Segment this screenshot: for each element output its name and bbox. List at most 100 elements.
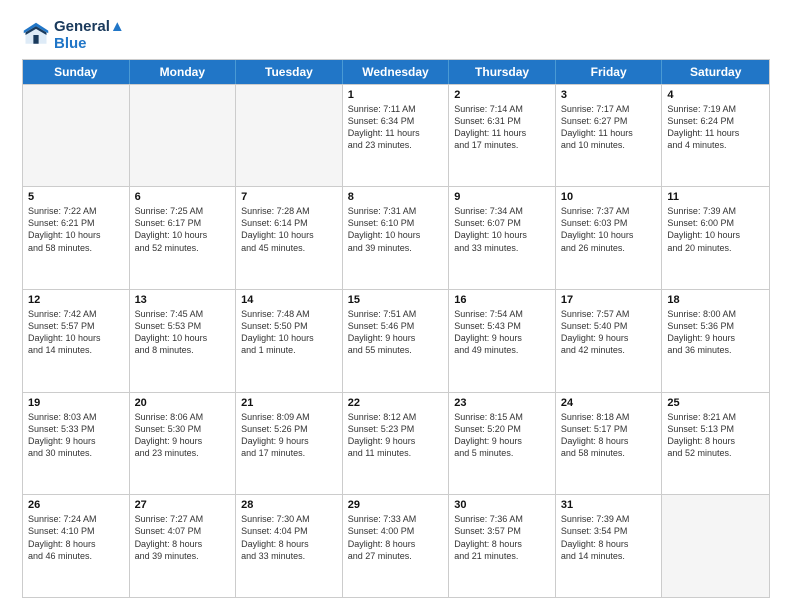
day-cell-12: 12 Sunrise: 7:42 AMSunset: 5:57 PMDayligh… [23, 290, 130, 392]
cell-info: Sunrise: 7:28 AMSunset: 6:14 PMDaylight:… [241, 205, 337, 254]
header-day-friday: Friday [556, 60, 663, 84]
day-cell-10: 10Sunrise: 7:37 AMSunset: 6:03 PMDayligh… [556, 187, 663, 289]
cell-info: Sunrise: 8:00 AMSunset: 5:36 PMDaylight:… [667, 308, 764, 357]
cell-info: Sunrise: 7:54 AMSunset: 5:43 PMDaylight:… [454, 308, 550, 357]
day-cell-21: 21 Sunrise: 8:09 AMSunset: 5:26 PMDayligh… [236, 393, 343, 495]
cell-info: Sunrise: 7:34 AMSunset: 6:07 PMDaylight:… [454, 205, 550, 254]
day-number: 21 [241, 397, 337, 409]
day-cell-6: 6 Sunrise: 7:25 AMSunset: 6:17 PMDaylight… [130, 187, 237, 289]
day-cell-27: 27Sunrise: 7:27 AMSunset: 4:07 PMDayligh… [130, 495, 237, 597]
day-number: 2 [454, 89, 550, 101]
cell-info: Sunrise: 7:24 AMSunset: 4:10 PMDaylight:… [28, 513, 124, 562]
week-4: 19 Sunrise: 8:03 AMSunset: 5:33 PMDayligh… [23, 392, 769, 495]
day-cell-16: 16 Sunrise: 7:54 AMSunset: 5:43 PMDayligh… [449, 290, 556, 392]
header-day-saturday: Saturday [662, 60, 769, 84]
day-number: 4 [667, 89, 764, 101]
day-cell-30: 30 Sunrise: 7:36 AMSunset: 3:57 PMDayligh… [449, 495, 556, 597]
cell-info: Sunrise: 8:15 AMSunset: 5:20 PMDaylight:… [454, 411, 550, 460]
day-cell-22: 22 Sunrise: 8:12 AMSunset: 5:23 PMDayligh… [343, 393, 450, 495]
day-number: 22 [348, 397, 444, 409]
day-number: 6 [135, 191, 231, 203]
day-number: 23 [454, 397, 550, 409]
day-cell-5: 5Sunrise: 7:22 AMSunset: 6:21 PMDaylight… [23, 187, 130, 289]
day-number: 25 [667, 397, 764, 409]
header-day-sunday: Sunday [23, 60, 130, 84]
day-cell-15: 15Sunrise: 7:51 AMSunset: 5:46 PMDayligh… [343, 290, 450, 392]
cell-info: Sunrise: 7:22 AMSunset: 6:21 PMDaylight:… [28, 205, 124, 254]
cell-info: Sunrise: 7:39 AMSunset: 3:54 PMDaylight:… [561, 513, 657, 562]
cell-info: Sunrise: 7:11 AMSunset: 6:34 PMDaylight:… [348, 103, 444, 152]
day-cell-9: 9 Sunrise: 7:34 AMSunset: 6:07 PMDaylight… [449, 187, 556, 289]
cell-info: Sunrise: 7:48 AMSunset: 5:50 PMDaylight:… [241, 308, 337, 357]
day-cell-8: 8Sunrise: 7:31 AMSunset: 6:10 PMDaylight… [343, 187, 450, 289]
cell-info: Sunrise: 7:39 AMSunset: 6:00 PMDaylight:… [667, 205, 764, 254]
day-cell-11: 11 Sunrise: 7:39 AMSunset: 6:00 PMDayligh… [662, 187, 769, 289]
cell-info: Sunrise: 7:14 AMSunset: 6:31 PMDaylight:… [454, 103, 550, 152]
day-cell-19: 19 Sunrise: 8:03 AMSunset: 5:33 PMDayligh… [23, 393, 130, 495]
header-day-wednesday: Wednesday [343, 60, 450, 84]
logo: General▲Blue [22, 18, 125, 53]
cell-info: Sunrise: 8:03 AMSunset: 5:33 PMDaylight:… [28, 411, 124, 460]
day-cell-20: 20Sunrise: 8:06 AMSunset: 5:30 PMDayligh… [130, 393, 237, 495]
calendar-header: SundayMondayTuesdayWednesdayThursdayFrid… [23, 60, 769, 84]
header-day-monday: Monday [130, 60, 237, 84]
day-number: 20 [135, 397, 231, 409]
day-cell-26: 26Sunrise: 7:24 AMSunset: 4:10 PMDayligh… [23, 495, 130, 597]
day-cell-18: 18 Sunrise: 8:00 AMSunset: 5:36 PMDayligh… [662, 290, 769, 392]
day-cell-29: 29Sunrise: 7:33 AMSunset: 4:00 PMDayligh… [343, 495, 450, 597]
day-number: 30 [454, 499, 550, 511]
cell-info: Sunrise: 7:17 AMSunset: 6:27 PMDaylight:… [561, 103, 657, 152]
cell-info: Sunrise: 8:18 AMSunset: 5:17 PMDaylight:… [561, 411, 657, 460]
day-number: 7 [241, 191, 337, 203]
cell-info: Sunrise: 7:25 AMSunset: 6:17 PMDaylight:… [135, 205, 231, 254]
empty-cell-0-0 [23, 85, 130, 187]
week-5: 26Sunrise: 7:24 AMSunset: 4:10 PMDayligh… [23, 494, 769, 597]
day-number: 9 [454, 191, 550, 203]
header-day-thursday: Thursday [449, 60, 556, 84]
empty-cell-4-6 [662, 495, 769, 597]
cell-info: Sunrise: 7:37 AMSunset: 6:03 PMDaylight:… [561, 205, 657, 254]
day-number: 16 [454, 294, 550, 306]
cell-info: Sunrise: 7:51 AMSunset: 5:46 PMDaylight:… [348, 308, 444, 357]
page: General▲Blue SundayMondayTuesdayWednesda… [0, 0, 792, 612]
week-1: 1 Sunrise: 7:11 AMSunset: 6:34 PMDaylight… [23, 84, 769, 187]
empty-cell-0-2 [236, 85, 343, 187]
day-number: 12 [28, 294, 124, 306]
day-number: 29 [348, 499, 444, 511]
calendar: SundayMondayTuesdayWednesdayThursdayFrid… [22, 59, 770, 599]
cell-info: Sunrise: 8:12 AMSunset: 5:23 PMDaylight:… [348, 411, 444, 460]
day-number: 24 [561, 397, 657, 409]
logo-text: General▲Blue [54, 18, 125, 53]
day-cell-23: 23 Sunrise: 8:15 AMSunset: 5:20 PMDayligh… [449, 393, 556, 495]
day-cell-14: 14 Sunrise: 7:48 AMSunset: 5:50 PMDayligh… [236, 290, 343, 392]
day-number: 11 [667, 191, 764, 203]
cell-info: Sunrise: 7:42 AMSunset: 5:57 PMDaylight:… [28, 308, 124, 357]
day-number: 1 [348, 89, 444, 101]
day-cell-3: 3 Sunrise: 7:17 AMSunset: 6:27 PMDaylight… [556, 85, 663, 187]
day-cell-17: 17Sunrise: 7:57 AMSunset: 5:40 PMDayligh… [556, 290, 663, 392]
day-number: 17 [561, 294, 657, 306]
header: General▲Blue [22, 18, 770, 53]
day-cell-7: 7 Sunrise: 7:28 AMSunset: 6:14 PMDaylight… [236, 187, 343, 289]
day-number: 31 [561, 499, 657, 511]
cell-info: Sunrise: 7:31 AMSunset: 6:10 PMDaylight:… [348, 205, 444, 254]
calendar-body: 1 Sunrise: 7:11 AMSunset: 6:34 PMDaylight… [23, 84, 769, 598]
day-number: 14 [241, 294, 337, 306]
week-3: 12 Sunrise: 7:42 AMSunset: 5:57 PMDayligh… [23, 289, 769, 392]
logo-icon [22, 21, 50, 49]
day-cell-4: 4 Sunrise: 7:19 AMSunset: 6:24 PMDaylight… [662, 85, 769, 187]
day-number: 19 [28, 397, 124, 409]
day-cell-25: 25 Sunrise: 8:21 AMSunset: 5:13 PMDayligh… [662, 393, 769, 495]
day-cell-2: 2 Sunrise: 7:14 AMSunset: 6:31 PMDaylight… [449, 85, 556, 187]
cell-info: Sunrise: 7:19 AMSunset: 6:24 PMDaylight:… [667, 103, 764, 152]
header-day-tuesday: Tuesday [236, 60, 343, 84]
day-cell-28: 28Sunrise: 7:30 AMSunset: 4:04 PMDayligh… [236, 495, 343, 597]
day-cell-24: 24 Sunrise: 8:18 AMSunset: 5:17 PMDayligh… [556, 393, 663, 495]
cell-info: Sunrise: 7:45 AMSunset: 5:53 PMDaylight:… [135, 308, 231, 357]
day-number: 3 [561, 89, 657, 101]
day-cell-13: 13Sunrise: 7:45 AMSunset: 5:53 PMDayligh… [130, 290, 237, 392]
cell-info: Sunrise: 7:36 AMSunset: 3:57 PMDaylight:… [454, 513, 550, 562]
cell-info: Sunrise: 8:09 AMSunset: 5:26 PMDaylight:… [241, 411, 337, 460]
day-number: 18 [667, 294, 764, 306]
cell-info: Sunrise: 8:21 AMSunset: 5:13 PMDaylight:… [667, 411, 764, 460]
